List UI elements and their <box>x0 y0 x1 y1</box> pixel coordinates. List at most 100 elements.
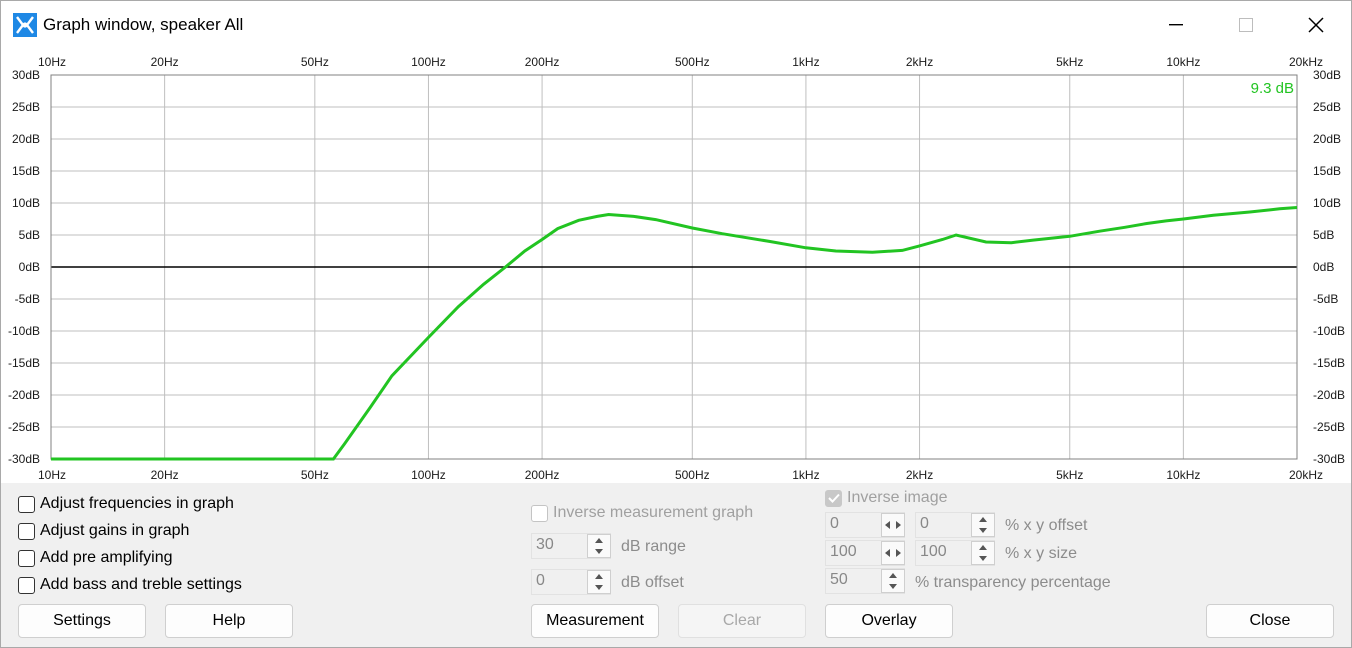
db-tick-label-left: 15dB <box>12 164 40 178</box>
overlay-button[interactable]: Overlay <box>825 604 953 638</box>
db-tick-label-right: 25dB <box>1313 100 1341 114</box>
minimize-icon <box>1169 24 1183 26</box>
freq-tick-label-top: 500Hz <box>675 55 710 69</box>
up-arrow-icon[interactable] <box>882 570 904 581</box>
y-offset-spinner[interactable]: 0 <box>915 512 995 538</box>
close-button[interactable]: Close <box>1206 604 1334 638</box>
db-tick-label-left: 5dB <box>19 228 40 242</box>
help-button[interactable]: Help <box>165 604 293 638</box>
peak-value-label: 9.3 dB <box>1251 80 1294 97</box>
db-tick-label-right: 5dB <box>1313 228 1334 242</box>
window-title: Graph window, speaker All <box>43 15 244 34</box>
spinner-buttons[interactable] <box>881 541 905 565</box>
db-range-spinner[interactable]: 30 <box>531 533 611 559</box>
inverse-image-checkbox[interactable]: Inverse image <box>825 489 948 507</box>
freq-tick-label-top: 200Hz <box>525 55 560 69</box>
db-tick-label-left: -25dB <box>8 420 40 434</box>
db-tick-label-left: 20dB <box>12 132 40 146</box>
freq-tick-label-bottom: 200Hz <box>525 468 560 482</box>
freq-tick-label-top: 10kHz <box>1166 55 1200 69</box>
adjust-frequencies-checkbox[interactable]: Adjust frequencies in graph <box>18 495 234 513</box>
axis-labels: 10Hz 10Hz 20Hz 20Hz 50Hz 50Hz 100Hz 100Hz 200Hz 2… <box>8 55 1345 482</box>
freq-tick-label-bottom: 5kHz <box>1056 468 1083 482</box>
spinner-buttons[interactable] <box>587 570 611 594</box>
add-pre-amplifying-checkbox[interactable]: Add pre amplifying <box>18 549 173 567</box>
settings-button[interactable]: Settings <box>18 604 146 638</box>
db-tick-label-right: 0dB <box>1313 260 1334 274</box>
spinner-buttons[interactable] <box>587 534 611 558</box>
freq-tick-label-bottom: 20Hz <box>151 468 179 482</box>
checkbox-box[interactable] <box>18 576 35 594</box>
db-tick-label-left: 0dB <box>19 260 40 274</box>
db-tick-label-right: -10dB <box>1313 324 1345 338</box>
checkbox-box[interactable] <box>18 522 35 540</box>
down-arrow-icon[interactable] <box>882 581 904 592</box>
db-tick-label-right: 20dB <box>1313 132 1341 146</box>
db-offset-spinner[interactable]: 0 <box>531 569 611 595</box>
up-arrow-icon[interactable] <box>972 514 994 525</box>
x-size-spinner[interactable]: 100 <box>825 540 905 566</box>
checkbox-box[interactable] <box>18 495 35 513</box>
db-tick-label-right: -5dB <box>1313 292 1338 306</box>
down-arrow-icon[interactable] <box>972 553 994 564</box>
db-tick-label-left: 30dB <box>12 68 40 82</box>
db-tick-label-right: -20dB <box>1313 388 1345 402</box>
right-arrow-icon[interactable] <box>893 514 904 536</box>
freq-tick-label-top: 20kHz <box>1289 55 1323 69</box>
minimize-button[interactable] <box>1147 1 1205 49</box>
down-arrow-icon[interactable] <box>588 582 610 593</box>
response-curve <box>51 206 1298 461</box>
title-bar: Graph window, speaker All <box>1 1 1351 49</box>
checkbox-box[interactable] <box>531 504 548 522</box>
freq-tick-label-top: 50Hz <box>301 55 329 69</box>
freq-tick-label-bottom: 1kHz <box>792 468 819 482</box>
db-tick-label-right: 10dB <box>1313 196 1341 210</box>
freq-tick-label-top: 2kHz <box>906 55 933 69</box>
freq-tick-label-bottom: 10kHz <box>1166 468 1200 482</box>
speaker-app-icon <box>13 13 37 37</box>
add-bass-treble-checkbox[interactable]: Add bass and treble settings <box>18 576 242 594</box>
checkbox-box[interactable] <box>825 489 842 507</box>
down-arrow-icon[interactable] <box>588 546 610 557</box>
checkbox-label: Inverse measurement graph <box>553 504 754 521</box>
up-arrow-icon[interactable] <box>588 535 610 546</box>
db-tick-label-right: -30dB <box>1313 452 1345 466</box>
close-window-button[interactable] <box>1287 1 1345 49</box>
measurement-button[interactable]: Measurement <box>531 604 659 638</box>
left-arrow-icon[interactable] <box>882 542 893 564</box>
db-tick-label-left: 10dB <box>12 196 40 210</box>
x-offset-spinner[interactable]: 0 <box>825 512 905 538</box>
db-tick-label-left: -20dB <box>8 388 40 402</box>
left-arrow-icon[interactable] <box>882 514 893 536</box>
spinner-buttons[interactable] <box>881 569 905 593</box>
freq-tick-label-top: 100Hz <box>411 55 446 69</box>
size-label: % x y size <box>1005 545 1078 562</box>
spinner-buttons[interactable] <box>971 541 995 565</box>
freq-tick-label-bottom: 50Hz <box>301 468 329 482</box>
inverse-measurement-checkbox[interactable]: Inverse measurement graph <box>531 504 753 522</box>
spinner-buttons[interactable] <box>881 513 905 537</box>
checkbox-label: Add pre amplifying <box>40 549 173 566</box>
offset-label: % x y offset <box>1005 517 1088 534</box>
adjust-gains-checkbox[interactable]: Adjust gains in graph <box>18 522 189 540</box>
right-arrow-icon[interactable] <box>893 542 904 564</box>
freq-tick-label-bottom: 2kHz <box>906 468 933 482</box>
db-tick-label-left: -30dB <box>8 452 40 466</box>
down-arrow-icon[interactable] <box>972 525 994 536</box>
checkmark-icon <box>827 493 840 503</box>
frequency-response-graph: 10Hz 10Hz 20Hz 20Hz 50Hz 50Hz 100Hz 100Hz 200Hz 2… <box>1 49 1351 483</box>
y-size-spinner[interactable]: 100 <box>915 540 995 566</box>
db-tick-label-right: 15dB <box>1313 164 1341 178</box>
checkbox-box[interactable] <box>18 549 35 567</box>
db-tick-label-right: 30dB <box>1313 68 1341 82</box>
up-arrow-icon[interactable] <box>588 571 610 582</box>
transparency-spinner[interactable]: 50 <box>825 568 905 594</box>
clear-button[interactable]: Clear <box>678 604 806 638</box>
checkbox-label: Adjust frequencies in graph <box>40 495 234 512</box>
spinner-buttons[interactable] <box>971 513 995 537</box>
maximize-button <box>1217 1 1275 49</box>
db-offset-label: dB offset <box>621 574 684 591</box>
db-tick-label-left: 25dB <box>12 100 40 114</box>
freq-tick-label-top: 10Hz <box>38 55 66 69</box>
up-arrow-icon[interactable] <box>972 542 994 553</box>
